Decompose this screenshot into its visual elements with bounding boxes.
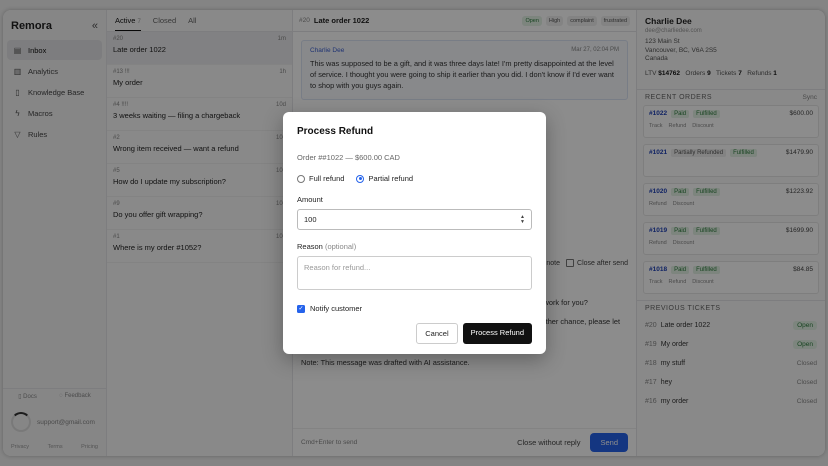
amount-input[interactable]: 100 ▲ ▼ (297, 209, 532, 230)
amount-value: 100 (304, 215, 317, 224)
order-summary: Order ##1022 — $600.00 CAD (297, 153, 400, 162)
amount-label: Amount (297, 195, 323, 204)
radio-selected-icon (356, 174, 365, 183)
refund-type-group: Full refund Partial refund (297, 174, 532, 183)
checkmark-icon: ✓ (297, 304, 305, 313)
modal-title: Process Refund (297, 126, 374, 137)
reason-label: Reason (optional) (297, 242, 357, 251)
cancel-button[interactable]: Cancel (416, 323, 458, 344)
stepper-icon[interactable]: ▲ ▼ (520, 214, 525, 225)
radio-icon (297, 174, 305, 183)
reason-textarea[interactable]: Reason for refund... (297, 256, 532, 290)
partial-refund-radio[interactable]: Partial refund (356, 174, 413, 183)
modal-actions: Cancel Process Refund (297, 323, 532, 344)
refund-modal: Process Refund Order ##1022 — $600.00 CA… (283, 112, 546, 354)
process-refund-button[interactable]: Process Refund (462, 323, 532, 344)
full-refund-radio[interactable]: Full refund (297, 174, 344, 183)
notify-customer-checkbox[interactable]: ✓ Notify customer (297, 304, 532, 313)
